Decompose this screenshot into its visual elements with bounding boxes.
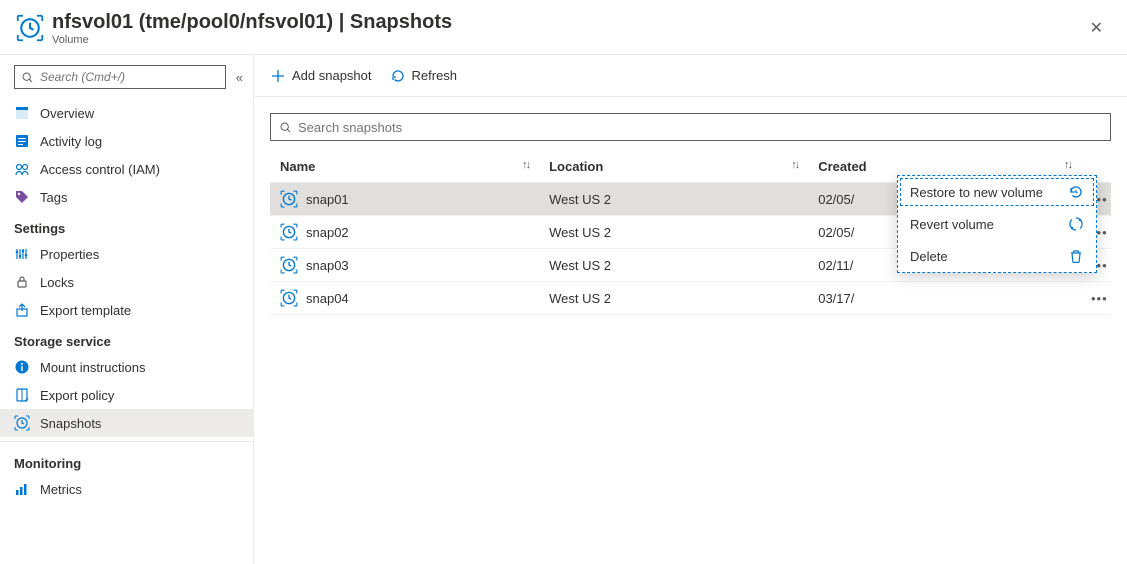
snapshot-location: West US 2 (539, 183, 808, 216)
sidebar-item-properties[interactable]: Properties (0, 240, 253, 268)
sidebar-item-tags[interactable]: Tags (0, 183, 253, 211)
snapshot-location: West US 2 (539, 282, 808, 315)
snapshot-created: 03/17/ (808, 282, 1081, 315)
sidebar-search-input[interactable] (40, 70, 219, 84)
sidebar-item-label: Metrics (40, 482, 82, 497)
ctx-label: Restore to new volume (910, 185, 1043, 200)
restore-icon (1068, 184, 1084, 200)
sidebar-item-label: Export template (40, 303, 131, 318)
snapshot-icon (280, 223, 298, 241)
sidebar-item-label: Tags (40, 190, 67, 205)
sidebar-item-label: Mount instructions (40, 360, 146, 375)
locks-icon (14, 274, 30, 290)
close-button[interactable]: ✕ (1082, 14, 1111, 42)
snapshot-name: snap01 (306, 192, 349, 207)
sidebar-item-overview[interactable]: Overview (0, 99, 253, 127)
snapshot-icon (280, 289, 298, 307)
sidebar-item-access-control-iam-[interactable]: Access control (IAM) (0, 155, 253, 183)
properties-icon (14, 246, 30, 262)
nav-group-storage: Storage service (0, 324, 253, 353)
col-location[interactable]: Location↑↓ (539, 151, 808, 183)
row-more-button[interactable]: ••• (1081, 282, 1111, 315)
sidebar: « Overview Activity log Access control (IA… (0, 55, 254, 564)
refresh-icon (390, 68, 406, 84)
sidebar-item-locks[interactable]: Locks (0, 268, 253, 296)
sidebar-item-label: Locks (40, 275, 74, 290)
policy-icon (14, 387, 30, 403)
ctx-label: Revert volume (910, 217, 994, 232)
snapshot-name: snap04 (306, 291, 349, 306)
sidebar-item-label: Snapshots (40, 416, 101, 431)
snapshot-icon (14, 415, 30, 431)
snapshot-location: West US 2 (539, 216, 808, 249)
page-subtitle: Volume (52, 34, 452, 46)
sidebar-item-mount-instructions[interactable]: Mount instructions (0, 353, 253, 381)
sidebar-search[interactable] (14, 65, 226, 89)
iam-icon (14, 161, 30, 177)
blade-header: nfsvol01 (tme/pool0/nfsvol01) | Snapshot… (0, 0, 1127, 55)
snapshot-search-input[interactable] (298, 120, 1102, 135)
metrics-icon (14, 481, 30, 497)
snapshot-name: snap02 (306, 225, 349, 240)
table-row[interactable]: snap04 West US 2 03/17/ ••• (270, 282, 1111, 315)
delete-icon (1068, 248, 1084, 264)
ctx-delete[interactable]: Delete (898, 240, 1096, 272)
ctx-label: Delete (910, 249, 948, 264)
search-icon (21, 71, 34, 84)
ctx-revert-volume[interactable]: Revert volume (898, 208, 1096, 240)
page-title: nfsvol01 (tme/pool0/nfsvol01) | Snapshot… (52, 10, 452, 34)
sidebar-item-export-policy[interactable]: Export policy (0, 381, 253, 409)
collapse-sidebar-button[interactable]: « (236, 70, 243, 85)
sidebar-item-metrics[interactable]: Metrics (0, 475, 253, 503)
sidebar-item-label: Activity log (40, 134, 102, 149)
export-icon (14, 302, 30, 318)
refresh-button[interactable]: Refresh (390, 68, 458, 84)
search-icon (279, 121, 292, 134)
add-snapshot-button[interactable]: Add snapshot (270, 68, 372, 84)
sidebar-item-label: Export policy (40, 388, 114, 403)
main-pane: Add snapshot Refresh Name↑↓ Location↑↓ C… (254, 55, 1127, 564)
row-context-menu: Restore to new volume Revert volume Delete (897, 175, 1097, 273)
info-icon (14, 359, 30, 375)
overview-icon (14, 105, 30, 121)
nav-group-monitoring: Monitoring (0, 446, 253, 475)
sidebar-item-label: Properties (40, 247, 99, 262)
snapshot-icon (280, 256, 298, 274)
sidebar-item-snapshots[interactable]: Snapshots (0, 409, 253, 437)
ctx-restore-to-new-volume[interactable]: Restore to new volume (898, 176, 1096, 208)
snapshot-location: West US 2 (539, 249, 808, 282)
col-name[interactable]: Name↑↓ (270, 151, 539, 183)
snapshot-icon (280, 190, 298, 208)
tags-icon (14, 189, 30, 205)
snapshot-name: snap03 (306, 258, 349, 273)
snapshot-search[interactable] (270, 113, 1111, 141)
volume-snapshot-icon (16, 14, 44, 42)
sidebar-item-label: Overview (40, 106, 94, 121)
sidebar-item-label: Access control (IAM) (40, 162, 160, 177)
nav-group-settings: Settings (0, 211, 253, 240)
toolbar: Add snapshot Refresh (254, 55, 1127, 97)
sidebar-item-activity-log[interactable]: Activity log (0, 127, 253, 155)
revert-icon (1068, 216, 1084, 232)
plus-icon (270, 68, 286, 84)
sidebar-item-export-template[interactable]: Export template (0, 296, 253, 324)
activity-icon (14, 133, 30, 149)
